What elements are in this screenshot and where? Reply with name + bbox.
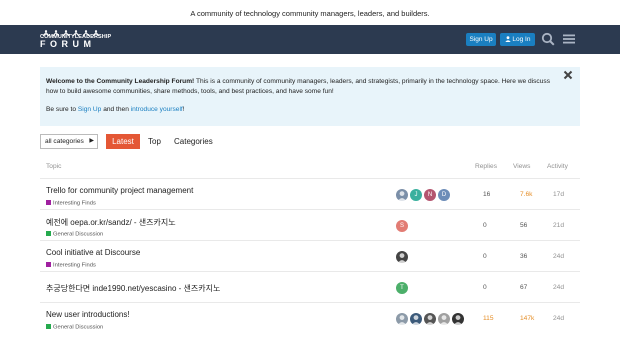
tab-top[interactable]: Top <box>148 134 161 149</box>
avatar[interactable]: D <box>438 189 450 201</box>
banner-signup-link[interactable]: Sign Up <box>78 106 101 113</box>
avatar[interactable]: J <box>410 189 422 201</box>
category-badge[interactable]: General Discussion <box>46 324 103 331</box>
column-topic[interactable]: Topic <box>46 163 61 170</box>
topic-nav: all categories ▶ Latest Top Categories <box>40 133 580 149</box>
banner-cta-middle: and then <box>101 106 131 113</box>
tab-latest[interactable]: Latest <box>106 134 140 149</box>
view-count: 56 <box>520 222 528 229</box>
category-color-icon <box>46 200 51 205</box>
category-badge[interactable]: Interesting Finds <box>46 200 96 207</box>
avatar[interactable] <box>452 313 464 325</box>
category-color-icon <box>46 324 51 329</box>
reply-count: 0 <box>483 284 487 291</box>
banner-cta-text: Be sure to <box>46 106 78 113</box>
user-icon <box>504 35 511 42</box>
view-count: 147k <box>520 315 535 322</box>
activity-age[interactable]: 21d <box>553 222 564 229</box>
site-header: COMMUNITYLEADERSHIP FORUM Sign Up Log In <box>0 25 620 54</box>
topic-title-link[interactable]: New user introductions! <box>46 310 130 319</box>
topic-title-link[interactable]: Cool initiative at Discourse <box>46 248 140 257</box>
topic-row[interactable]: New user introductions! General Discussio… <box>40 302 580 333</box>
login-label: Log In <box>512 36 531 43</box>
welcome-banner: Welcome to the Community Leadership Foru… <box>40 67 580 126</box>
posters <box>396 313 464 325</box>
avatar[interactable]: N <box>424 189 436 201</box>
view-count: 67 <box>520 284 528 291</box>
tab-categories[interactable]: Categories <box>174 134 213 149</box>
avatar[interactable]: T <box>396 282 408 294</box>
avatar[interactable] <box>424 313 436 325</box>
avatar[interactable] <box>438 313 450 325</box>
banner-heading: Welcome to the Community Leadership Foru… <box>46 78 195 85</box>
close-icon[interactable] <box>562 69 574 81</box>
site-logo[interactable]: COMMUNITYLEADERSHIP FORUM <box>40 29 120 51</box>
caret-right-icon: ▶ <box>89 138 94 144</box>
activity-age[interactable]: 24d <box>553 253 564 260</box>
topic-title-link[interactable]: Trello for community project management <box>46 186 193 195</box>
category-color-icon <box>46 262 51 267</box>
avatar[interactable] <box>396 251 408 263</box>
category-label: Interesting Finds <box>53 200 96 207</box>
banner-paragraph: Welcome to the Community Leadership Foru… <box>46 77 561 96</box>
logo-line2: FORUM <box>40 39 96 49</box>
introduce-yourself-link[interactable]: introduce yourself <box>131 106 183 113</box>
posters: JND <box>396 189 450 201</box>
topic-title-link[interactable]: 추궁당한다면 inde1990.net/yescasino - 샌즈카지노 <box>46 283 220 294</box>
column-activity[interactable]: Activity <box>547 163 568 170</box>
view-count: 36 <box>520 253 528 260</box>
category-badge[interactable]: Interesting Finds <box>46 262 96 269</box>
posters: T <box>396 282 408 294</box>
avatar[interactable] <box>396 313 408 325</box>
topic-title-link[interactable]: 예전에 oepa.or.kr/sandz/ - 샌즈카지노 <box>46 217 176 228</box>
topic-row[interactable]: 추궁당한다면 inde1990.net/yescasino - 샌즈카지노 T 0 6… <box>40 271 580 302</box>
banner-cta: Be sure to Sign Up and then introduce yo… <box>46 105 561 115</box>
topic-table-header: Topic Replies Views Activity <box>40 163 580 173</box>
category-badge[interactable]: General Discussion <box>46 231 103 238</box>
reply-count: 0 <box>483 222 487 229</box>
avatar[interactable]: S <box>396 220 408 232</box>
category-label: General Discussion <box>53 324 104 331</box>
topic-row[interactable]: Cool initiative at Discourse Interesting … <box>40 240 580 271</box>
posters: S <box>396 220 408 232</box>
category-dropdown[interactable]: all categories ▶ <box>40 134 98 149</box>
site-tagline: A community of technology community mana… <box>190 9 430 18</box>
activity-age[interactable]: 17d <box>553 191 564 198</box>
column-replies[interactable]: Replies <box>475 163 497 170</box>
view-count: 7.6k <box>520 191 533 198</box>
category-dropdown-label: all categories <box>45 138 84 145</box>
avatar[interactable] <box>396 189 408 201</box>
hamburger-menu-icon[interactable] <box>562 32 576 46</box>
activity-age[interactable]: 24d <box>553 284 564 291</box>
search-icon[interactable] <box>541 32 555 46</box>
category-label: General Discussion <box>53 231 104 238</box>
login-button[interactable]: Log In <box>500 33 535 46</box>
avatar[interactable] <box>410 313 422 325</box>
category-color-icon <box>46 231 51 236</box>
posters <box>396 251 408 263</box>
signup-button[interactable]: Sign Up <box>466 33 496 46</box>
banner-cta-end: ! <box>182 106 185 113</box>
reply-count: 115 <box>483 315 494 322</box>
category-label: Interesting Finds <box>53 262 96 269</box>
reply-count: 0 <box>483 253 487 260</box>
topic-row[interactable]: Trello for community project management I… <box>40 178 580 209</box>
activity-age[interactable]: 24d <box>553 315 564 322</box>
reply-count: 16 <box>483 191 491 198</box>
column-views[interactable]: Views <box>513 163 530 170</box>
topic-row[interactable]: 예전에 oepa.or.kr/sandz/ - 샌즈카지노 General Dis… <box>40 209 580 240</box>
